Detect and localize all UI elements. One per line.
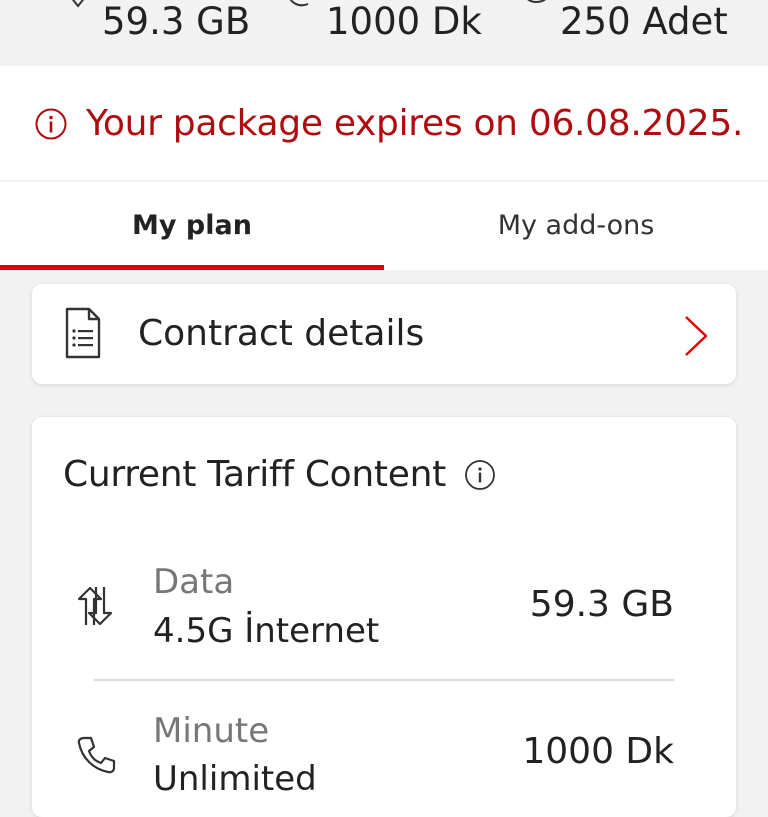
phone-icon — [76, 735, 116, 779]
tab-my-add-ons-label: My add-ons — [497, 210, 655, 241]
data-icon — [66, 0, 90, 16]
chevron-right-icon — [682, 314, 710, 362]
tab-my-add-ons[interactable]: My add-ons — [384, 182, 768, 270]
data-plan-name: 4.5G İnternet — [153, 611, 380, 651]
row-divider — [94, 679, 674, 681]
contract-details-button[interactable]: Contract details — [32, 284, 736, 384]
data-category-label: Data — [153, 562, 235, 602]
data-amount: 59.3 GB — [529, 584, 674, 625]
tariff-info-icon[interactable] — [464, 459, 496, 495]
contract-details-label: Contract details — [138, 313, 425, 354]
document-icon — [63, 306, 103, 364]
usage-summary: 59.3 GB 1000 Dk 250 Adet — [0, 0, 768, 66]
tariff-title: Current Tariff Content — [63, 454, 446, 495]
alert-info-icon — [34, 107, 68, 145]
active-tab-indicator — [0, 265, 384, 270]
plan-tabs: My plan My add-ons — [0, 182, 768, 270]
tab-my-plan[interactable]: My plan — [0, 182, 384, 270]
phone-icon — [284, 0, 312, 16]
summary-minutes-value: 1000 Dk — [326, 0, 482, 43]
data-transfer-icon — [74, 585, 114, 631]
message-icon — [522, 0, 552, 16]
summary-data-value: 59.3 GB — [102, 0, 251, 43]
minute-amount: 1000 Dk — [522, 731, 674, 772]
tab-my-plan-label: My plan — [132, 210, 252, 241]
tariff-content-card: Current Tariff Content Data 4.5G İnterne… — [32, 417, 736, 817]
minute-plan-name: Unlimited — [153, 759, 317, 799]
expiry-message: Your package expires on 06.08.2025. — [86, 103, 744, 144]
summary-sms-value: 250 Adet — [560, 0, 728, 43]
minute-category-label: Minute — [153, 711, 270, 751]
